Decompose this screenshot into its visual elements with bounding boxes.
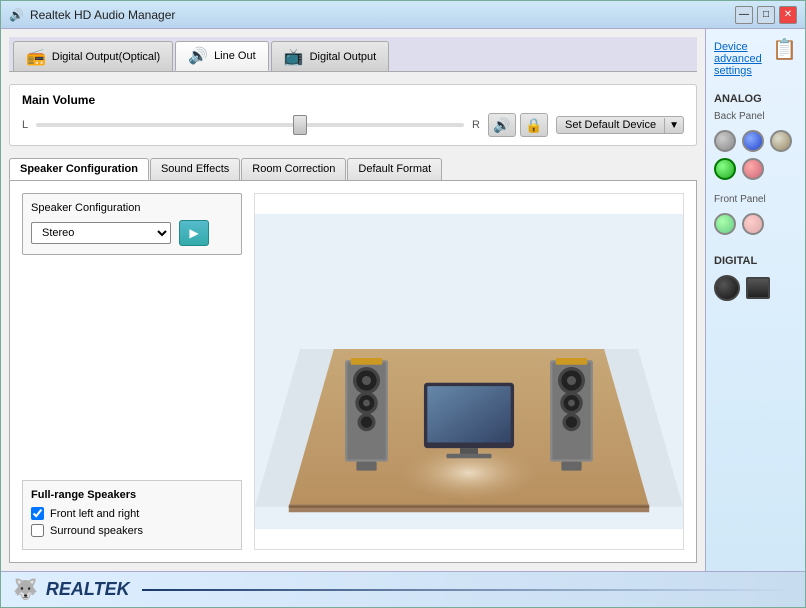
right-panel: 📋 Device advanced settings ANALOG Back P… (705, 29, 805, 571)
realtek-wolf-icon: 🐺 (13, 577, 38, 602)
close-button[interactable]: ✕ (779, 6, 797, 24)
digital-jacks (714, 275, 797, 301)
volume-label: Main Volume (22, 93, 684, 107)
realtek-logo: REALTEK (46, 579, 130, 600)
tab-line-out[interactable]: 🔊 Line Out (175, 41, 269, 71)
digital-optical-icon: 📻 (26, 47, 46, 67)
main-window: 🔊 Realtek HD Audio Manager — □ ✕ 📻 Digit… (0, 0, 806, 608)
maximize-button[interactable]: □ (757, 6, 775, 24)
lock-button[interactable]: 🔒 (520, 113, 548, 137)
set-default-label: Set Default Device (557, 117, 664, 133)
play-button[interactable]: ▶ (179, 220, 209, 246)
default-format-tab-label: Default Format (358, 163, 431, 175)
tab-speaker-config[interactable]: Speaker Configuration (9, 158, 149, 180)
front-panel-label: Front Panel (714, 194, 797, 205)
volume-slider[interactable] (36, 123, 464, 127)
line-out-icon: 🔊 (188, 46, 208, 66)
title-bar-controls: — □ ✕ (735, 6, 797, 24)
window-title: Realtek HD Audio Manager (30, 8, 175, 22)
tab-digital-optical-label: Digital Output(Optical) (52, 51, 160, 63)
tab-digital-output[interactable]: 📺 Digital Output (271, 41, 390, 71)
jack-gray-1[interactable] (714, 130, 736, 152)
back-panel-label: Back Panel (714, 111, 797, 122)
checkbox-surround: Surround speakers (31, 524, 233, 537)
main-content: 📻 Digital Output(Optical) 🔊 Line Out 📺 D… (1, 29, 805, 571)
speaker-select[interactable]: Stereo Quadraphonic 5.1 Speaker 7.1 Spea… (31, 222, 171, 244)
footer: 🐺 REALTEK (1, 571, 805, 607)
back-panel-jacks (714, 130, 797, 180)
digital-label: DIGITAL (714, 255, 797, 267)
title-bar: 🔊 Realtek HD Audio Manager — □ ✕ (1, 1, 805, 29)
front-panel-jacks (714, 213, 797, 235)
set-default-arrow[interactable]: ▼ (664, 118, 683, 133)
checkbox-surround-input[interactable] (31, 524, 44, 537)
speaker-config-tab-label: Speaker Configuration (20, 163, 138, 175)
mute-button[interactable]: 🔊 (488, 113, 516, 137)
jack-front-pink[interactable] (742, 213, 764, 235)
config-group: Speaker Configuration Stereo Quadraphoni… (22, 193, 242, 255)
checkbox-front-lr: Front left and right (31, 507, 233, 520)
speaker-content: Speaker Configuration Stereo Quadraphoni… (9, 180, 697, 563)
speaker-left-panel: Speaker Configuration Stereo Quadraphoni… (22, 193, 242, 550)
speaker-tabs: Speaker Configuration Sound Effects Room… (9, 158, 697, 180)
checkbox-front-lr-input[interactable] (31, 507, 44, 520)
room-correction-tab-label: Room Correction (252, 163, 335, 175)
jack-blue[interactable] (742, 130, 764, 152)
jack-pink[interactable] (742, 158, 764, 180)
config-group-title: Speaker Configuration (31, 202, 233, 214)
analog-label: ANALOG (714, 93, 797, 105)
tab-line-out-label: Line Out (214, 50, 256, 62)
fullrange-group: Full-range Speakers Front left and right… (22, 480, 242, 550)
set-default-button[interactable]: Set Default Device ▼ (556, 116, 684, 134)
minimize-button[interactable]: — (735, 6, 753, 24)
right-label: R (472, 119, 480, 131)
volume-row: L R 🔊 🔒 Set Default Device ▼ (22, 113, 684, 137)
checkbox-front-lr-label: Front left and right (50, 508, 139, 520)
app-icon: 🔊 (9, 8, 24, 22)
left-panel: 📻 Digital Output(Optical) 🔊 Line Out 📺 D… (1, 29, 705, 571)
tabs-area: Speaker Configuration Sound Effects Room… (9, 158, 697, 563)
jack-green-active[interactable] (714, 158, 736, 180)
device-tabs: 📻 Digital Output(Optical) 🔊 Line Out 📺 D… (9, 37, 697, 72)
footer-line (142, 589, 793, 591)
jack-front-green[interactable] (714, 213, 736, 235)
digital-square-jack[interactable] (746, 277, 770, 299)
play-icon: ▶ (189, 226, 198, 240)
tab-digital-output-label: Digital Output (310, 51, 377, 63)
tab-room-correction[interactable]: Room Correction (241, 158, 346, 180)
tab-default-format[interactable]: Default Format (347, 158, 442, 180)
digital-optical-jack[interactable] (714, 275, 740, 301)
tab-sound-effects[interactable]: Sound Effects (150, 158, 240, 180)
speaker-scene (254, 193, 684, 550)
tab-digital-optical[interactable]: 📻 Digital Output(Optical) (13, 41, 173, 71)
volume-section: Main Volume L R 🔊 🔒 Set Default Device ▼ (9, 84, 697, 146)
left-label: L (22, 119, 28, 131)
select-row: Stereo Quadraphonic 5.1 Speaker 7.1 Spea… (31, 220, 233, 246)
speaker-svg (255, 194, 683, 549)
checkbox-surround-label: Surround speakers (50, 525, 143, 537)
slider-thumb[interactable] (293, 115, 307, 135)
fullrange-title: Full-range Speakers (31, 489, 233, 501)
volume-controls: 🔊 🔒 (488, 113, 548, 137)
jack-beige[interactable] (770, 130, 792, 152)
title-bar-left: 🔊 Realtek HD Audio Manager (9, 8, 175, 22)
digital-output-icon: 📺 (284, 47, 304, 67)
sound-effects-tab-label: Sound Effects (161, 163, 229, 175)
